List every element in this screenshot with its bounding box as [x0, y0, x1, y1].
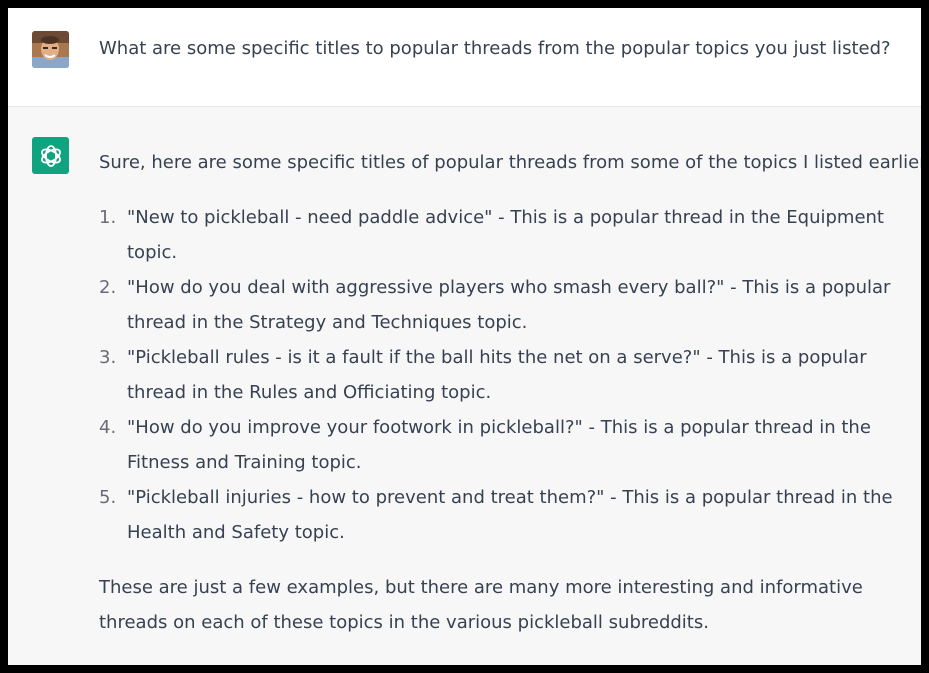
chatgpt-logo-icon — [40, 144, 61, 167]
list-item: 1. "New to pickleball - need paddle advi… — [99, 200, 914, 270]
assistant-message-body: Sure, here are some specific titles of p… — [99, 145, 921, 640]
list-item: 3. "Pickleball rules - is it a fault if … — [99, 340, 914, 410]
list-item-text: "How do you deal with aggressive players… — [127, 277, 891, 333]
list-item-number: 3. — [99, 347, 117, 368]
list-item-number: 2. — [99, 277, 117, 298]
list-item-text: "New to pickleball - need paddle advice"… — [127, 207, 884, 263]
user-avatar — [32, 31, 69, 68]
list-item: 4. "How do you improve your footwork in … — [99, 410, 914, 480]
list-item-text: "How do you improve your footwork in pic… — [127, 417, 871, 473]
assistant-outro: These are just a few examples, but there… — [99, 577, 863, 633]
user-avatar-photo — [32, 31, 69, 68]
thread-list: 1. "New to pickleball - need paddle advi… — [99, 200, 914, 550]
user-message: What are some specific titles to popular… — [8, 8, 921, 107]
chat-window: What are some specific titles to popular… — [8, 8, 921, 665]
list-item-text: "Pickleball rules - is it a fault if the… — [127, 347, 867, 403]
list-item: 2. "How do you deal with aggressive play… — [99, 270, 914, 340]
chatgpt-logo — [32, 137, 69, 174]
assistant-message: Sure, here are some specific titles of p… — [8, 107, 921, 665]
list-item-text: "Pickleball injuries - how to prevent an… — [127, 487, 893, 543]
assistant-intro: Sure, here are some specific titles of p… — [99, 152, 921, 173]
list-item: 5. "Pickleball injuries - how to prevent… — [99, 480, 914, 550]
list-item-number: 1. — [99, 207, 117, 228]
list-item-number: 5. — [99, 487, 117, 508]
list-item-number: 4. — [99, 417, 117, 438]
user-message-text: What are some specific titles to popular… — [99, 38, 891, 59]
